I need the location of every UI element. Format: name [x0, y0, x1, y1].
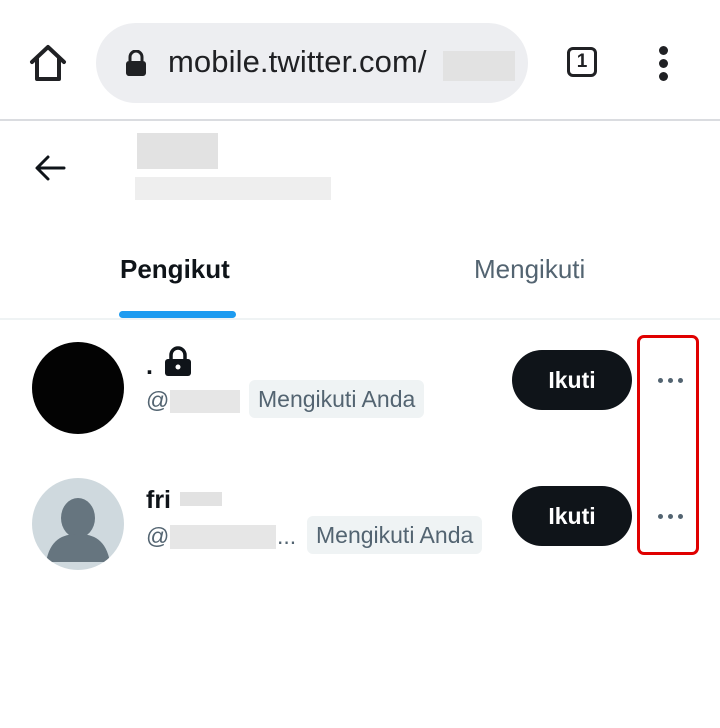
lock-icon[interactable] — [124, 50, 148, 78]
tab-count[interactable]: 1 — [567, 47, 597, 77]
user-handle-prefix: @ — [146, 523, 170, 549]
follows-you-badge: Mengikuti Anda — [249, 380, 425, 418]
follow-button[interactable]: Ikuti — [512, 350, 632, 410]
avatar[interactable] — [32, 342, 124, 434]
follow-button[interactable]: Ikuti — [512, 486, 632, 546]
avatar[interactable] — [32, 478, 124, 570]
tab-mengikuti[interactable]: Mengikuti — [474, 254, 585, 285]
redacted-profile-subtitle — [135, 177, 331, 200]
url-text[interactable]: mobile.twitter.com/ — [168, 44, 427, 80]
redacted-handle — [170, 525, 276, 549]
lock-icon — [165, 346, 191, 376]
active-tab-indicator — [119, 311, 236, 318]
redacted-name — [180, 492, 222, 506]
tab-pengikut[interactable]: Pengikut — [120, 254, 230, 285]
toolbar-divider — [0, 119, 720, 121]
handle-ellipsis: ... — [277, 523, 297, 549]
tabs-divider — [0, 318, 720, 320]
user-name[interactable]: fri — [146, 486, 171, 515]
redacted-profile-name — [137, 133, 218, 169]
redacted-handle — [170, 390, 240, 413]
highlight-box — [637, 335, 699, 555]
arrow-left-icon[interactable] — [34, 154, 66, 182]
home-icon[interactable] — [28, 44, 68, 82]
follows-you-badge: Mengikuti Anda — [307, 516, 483, 554]
user-handle-prefix: @ — [146, 387, 170, 413]
redacted-url-path — [443, 51, 515, 81]
user-name[interactable]: . — [146, 352, 153, 381]
default-avatar-icon — [46, 498, 110, 562]
